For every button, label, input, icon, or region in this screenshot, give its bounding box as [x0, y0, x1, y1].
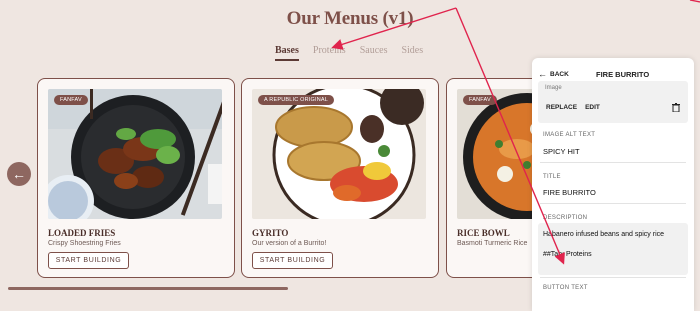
title-input[interactable]: FIRE BURRITO — [543, 188, 596, 197]
title-label: TITLE — [543, 174, 561, 180]
card-description: Our version of a Burrito! — [252, 240, 327, 247]
image-label: Image — [545, 85, 562, 91]
tab-bases[interactable]: Bases — [275, 45, 299, 61]
panel-header: ← BACK FIRE BURRITO — [538, 67, 688, 81]
tab-sides[interactable]: Sides — [401, 45, 423, 61]
food-image — [48, 89, 222, 219]
card-description: Crispy Shoestring Fries — [48, 240, 121, 247]
food-image — [252, 89, 426, 219]
panel-title: FIRE BURRITO — [596, 69, 650, 79]
carousel-prev-button[interactable]: ← — [7, 162, 31, 186]
page-title: Our Menus (v1) — [286, 8, 414, 29]
tab-sauces[interactable]: Sauces — [360, 45, 388, 61]
card-title: RICE BOWL — [457, 228, 510, 238]
card-description: Basmoti Turmeric Rice — [457, 240, 528, 247]
description-line: Habanero infused beans and spicy rice — [543, 231, 665, 238]
menu-card-gyrito: A REPUBLIC ORIGINAL GYRITO Our version o… — [241, 78, 439, 278]
edit-button[interactable]: EDIT — [585, 104, 600, 111]
divider — [540, 277, 686, 278]
arrow-left-icon: ← — [12, 166, 26, 182]
menu-tabs: Bases Proteins Sauces Sides — [275, 45, 423, 61]
alt-text-label: IMAGE ALT TEXT — [543, 132, 596, 138]
card-badge: FANFAV — [54, 95, 88, 105]
start-building-button[interactable]: START BUILDING — [48, 252, 129, 269]
card-badge: FANFAV — [463, 95, 497, 105]
divider — [540, 203, 686, 204]
description-input[interactable]: Habanero infused beans and spicy rice ##… — [538, 223, 688, 275]
divider — [540, 162, 686, 163]
carousel-progress-bar[interactable] — [8, 287, 288, 290]
tab-proteins[interactable]: Proteins — [313, 45, 346, 61]
editor-panel: ← BACK FIRE BURRITO Image REPLACE EDIT I… — [532, 58, 694, 311]
image-field: Image REPLACE EDIT — [538, 81, 688, 123]
trash-icon[interactable] — [672, 103, 680, 114]
description-label: DESCRIPTION — [543, 215, 588, 221]
back-button[interactable]: ← BACK — [538, 69, 569, 79]
alt-text-input[interactable]: SPICY HIT — [543, 147, 580, 156]
arrow-left-icon: ← — [538, 69, 547, 79]
menu-card-loaded-fries: FANFAV LOADED FRIES Crispy Shoestring Fr… — [37, 78, 235, 278]
card-title: GYRITO — [252, 228, 289, 238]
card-title: LOADED FRIES — [48, 228, 116, 238]
description-line: ##Tab: Proteins — [543, 251, 592, 258]
start-building-button[interactable]: START BUILDING — [252, 252, 333, 269]
card-badge: A REPUBLIC ORIGINAL — [258, 95, 335, 105]
replace-button[interactable]: REPLACE — [546, 104, 577, 111]
button-text-label: BUTTON TEXT — [543, 285, 588, 291]
